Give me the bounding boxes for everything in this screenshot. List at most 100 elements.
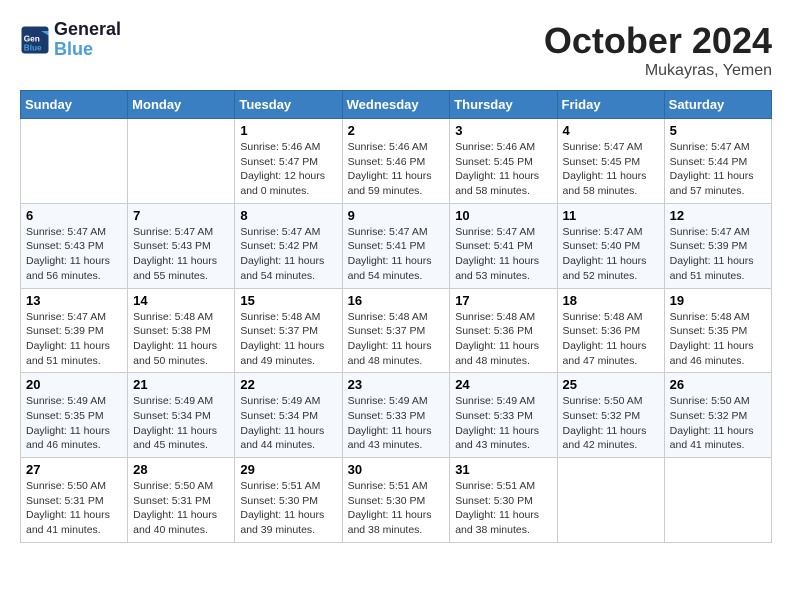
day-info: Sunrise: 5:46 AM Sunset: 5:47 PM Dayligh… <box>240 140 336 199</box>
calendar-cell: 23 Sunrise: 5:49 AM Sunset: 5:33 PM Dayli… <box>342 373 450 458</box>
location: Mukayras, Yemen <box>544 62 772 80</box>
weekday-header: Monday <box>128 91 235 119</box>
logo: Gen Blue General Blue <box>20 20 121 60</box>
day-info: Sunrise: 5:48 AM Sunset: 5:37 PM Dayligh… <box>348 310 445 369</box>
day-number: 3 <box>455 123 551 138</box>
calendar-cell: 21 Sunrise: 5:49 AM Sunset: 5:34 PM Dayli… <box>128 373 235 458</box>
day-number: 9 <box>348 208 445 223</box>
calendar-cell: 22 Sunrise: 5:49 AM Sunset: 5:34 PM Dayli… <box>235 373 342 458</box>
calendar-cell: 7 Sunrise: 5:47 AM Sunset: 5:43 PM Daylig… <box>128 203 235 288</box>
calendar-week-row: 6 Sunrise: 5:47 AM Sunset: 5:43 PM Daylig… <box>21 203 772 288</box>
calendar-cell: 15Sunrise: 5:48 AM Sunset: 5:37 PM Dayli… <box>235 288 342 373</box>
page-header: Gen Blue General Blue October 2024 Mukay… <box>20 20 772 80</box>
day-number: 18 <box>563 293 659 308</box>
day-info: Sunrise: 5:48 AM Sunset: 5:37 PM Dayligh… <box>240 310 336 369</box>
calendar-cell: 19 Sunrise: 5:48 AM Sunset: 5:35 PM Dayli… <box>664 288 771 373</box>
day-number: 17 <box>455 293 551 308</box>
calendar-cell: 10 Sunrise: 5:47 AM Sunset: 5:41 PM Dayli… <box>450 203 557 288</box>
day-number: 19 <box>670 293 766 308</box>
calendar-cell <box>557 458 664 543</box>
day-info: Sunrise: 5:47 AM Sunset: 5:41 PM Dayligh… <box>455 225 551 284</box>
day-info: Sunrise: 5:47 AM Sunset: 5:43 PM Dayligh… <box>133 225 229 284</box>
weekday-header: Saturday <box>664 91 771 119</box>
day-number: 16 <box>348 293 445 308</box>
calendar-cell: 30Sunrise: 5:51 AM Sunset: 5:30 PM Dayli… <box>342 458 450 543</box>
day-info: Sunrise: 5:47 AM Sunset: 5:43 PM Dayligh… <box>26 225 122 284</box>
day-number: 25 <box>563 377 659 392</box>
day-info: Sunrise: 5:46 AM Sunset: 5:45 PM Dayligh… <box>455 140 551 199</box>
day-number: 23 <box>348 377 445 392</box>
day-info: Sunrise: 5:47 AM Sunset: 5:39 PM Dayligh… <box>26 310 122 369</box>
day-info: Sunrise: 5:51 AM Sunset: 5:30 PM Dayligh… <box>348 479 445 538</box>
calendar-cell: 11Sunrise: 5:47 AM Sunset: 5:40 PM Dayli… <box>557 203 664 288</box>
calendar-cell: 27Sunrise: 5:50 AM Sunset: 5:31 PM Dayli… <box>21 458 128 543</box>
day-number: 6 <box>26 208 122 223</box>
svg-text:Gen: Gen <box>24 34 40 43</box>
calendar-cell: 29 Sunrise: 5:51 AM Sunset: 5:30 PM Dayli… <box>235 458 342 543</box>
calendar-cell: 3 Sunrise: 5:46 AM Sunset: 5:45 PM Daylig… <box>450 119 557 204</box>
calendar-cell <box>664 458 771 543</box>
calendar-cell: 1 Sunrise: 5:46 AM Sunset: 5:47 PM Daylig… <box>235 119 342 204</box>
day-info: Sunrise: 5:46 AM Sunset: 5:46 PM Dayligh… <box>348 140 445 199</box>
calendar-week-row: 20Sunrise: 5:49 AM Sunset: 5:35 PM Dayli… <box>21 373 772 458</box>
weekday-header: Tuesday <box>235 91 342 119</box>
day-number: 10 <box>455 208 551 223</box>
weekday-header: Thursday <box>450 91 557 119</box>
day-info: Sunrise: 5:48 AM Sunset: 5:38 PM Dayligh… <box>133 310 229 369</box>
day-number: 12 <box>670 208 766 223</box>
calendar-cell: 28Sunrise: 5:50 AM Sunset: 5:31 PM Dayli… <box>128 458 235 543</box>
day-number: 1 <box>240 123 336 138</box>
logo-line1: General <box>54 20 121 40</box>
weekday-header: Wednesday <box>342 91 450 119</box>
calendar-week-row: 13 Sunrise: 5:47 AM Sunset: 5:39 PM Dayli… <box>21 288 772 373</box>
day-number: 31 <box>455 462 551 477</box>
day-info: Sunrise: 5:49 AM Sunset: 5:34 PM Dayligh… <box>133 394 229 453</box>
day-number: 28 <box>133 462 229 477</box>
calendar-cell: 26 Sunrise: 5:50 AM Sunset: 5:32 PM Dayli… <box>664 373 771 458</box>
day-number: 21 <box>133 377 229 392</box>
calendar-cell: 13 Sunrise: 5:47 AM Sunset: 5:39 PM Dayli… <box>21 288 128 373</box>
day-number: 11 <box>563 208 659 223</box>
day-number: 4 <box>563 123 659 138</box>
calendar-cell: 25 Sunrise: 5:50 AM Sunset: 5:32 PM Dayli… <box>557 373 664 458</box>
day-number: 5 <box>670 123 766 138</box>
day-info: Sunrise: 5:50 AM Sunset: 5:32 PM Dayligh… <box>563 394 659 453</box>
weekday-header: Friday <box>557 91 664 119</box>
calendar-table: SundayMondayTuesdayWednesdayThursdayFrid… <box>20 90 772 543</box>
day-number: 26 <box>670 377 766 392</box>
day-number: 29 <box>240 462 336 477</box>
calendar-cell: 16 Sunrise: 5:48 AM Sunset: 5:37 PM Dayli… <box>342 288 450 373</box>
day-number: 22 <box>240 377 336 392</box>
calendar-header-row: SundayMondayTuesdayWednesdayThursdayFrid… <box>21 91 772 119</box>
day-number: 27 <box>26 462 122 477</box>
weekday-header: Sunday <box>21 91 128 119</box>
calendar-cell: 4Sunrise: 5:47 AM Sunset: 5:45 PM Daylig… <box>557 119 664 204</box>
day-number: 2 <box>348 123 445 138</box>
day-info: Sunrise: 5:49 AM Sunset: 5:34 PM Dayligh… <box>240 394 336 453</box>
day-info: Sunrise: 5:50 AM Sunset: 5:32 PM Dayligh… <box>670 394 766 453</box>
calendar-cell: 31Sunrise: 5:51 AM Sunset: 5:30 PM Dayli… <box>450 458 557 543</box>
calendar-cell <box>128 119 235 204</box>
calendar-cell: 24Sunrise: 5:49 AM Sunset: 5:33 PM Dayli… <box>450 373 557 458</box>
day-number: 13 <box>26 293 122 308</box>
calendar-cell: 9Sunrise: 5:47 AM Sunset: 5:41 PM Daylig… <box>342 203 450 288</box>
day-number: 7 <box>133 208 229 223</box>
svg-text:Blue: Blue <box>24 43 42 52</box>
day-info: Sunrise: 5:48 AM Sunset: 5:36 PM Dayligh… <box>455 310 551 369</box>
calendar-cell: 8Sunrise: 5:47 AM Sunset: 5:42 PM Daylig… <box>235 203 342 288</box>
day-number: 8 <box>240 208 336 223</box>
day-info: Sunrise: 5:49 AM Sunset: 5:33 PM Dayligh… <box>455 394 551 453</box>
day-info: Sunrise: 5:48 AM Sunset: 5:35 PM Dayligh… <box>670 310 766 369</box>
calendar-cell <box>21 119 128 204</box>
day-info: Sunrise: 5:51 AM Sunset: 5:30 PM Dayligh… <box>240 479 336 538</box>
logo-icon: Gen Blue <box>20 25 50 55</box>
calendar-week-row: 1 Sunrise: 5:46 AM Sunset: 5:47 PM Daylig… <box>21 119 772 204</box>
calendar-week-row: 27Sunrise: 5:50 AM Sunset: 5:31 PM Dayli… <box>21 458 772 543</box>
month-title: October 2024 <box>544 20 772 62</box>
calendar-cell: 6 Sunrise: 5:47 AM Sunset: 5:43 PM Daylig… <box>21 203 128 288</box>
calendar-cell: 14Sunrise: 5:48 AM Sunset: 5:38 PM Dayli… <box>128 288 235 373</box>
day-number: 20 <box>26 377 122 392</box>
day-info: Sunrise: 5:49 AM Sunset: 5:33 PM Dayligh… <box>348 394 445 453</box>
logo-line2: Blue <box>54 40 121 60</box>
day-info: Sunrise: 5:47 AM Sunset: 5:39 PM Dayligh… <box>670 225 766 284</box>
